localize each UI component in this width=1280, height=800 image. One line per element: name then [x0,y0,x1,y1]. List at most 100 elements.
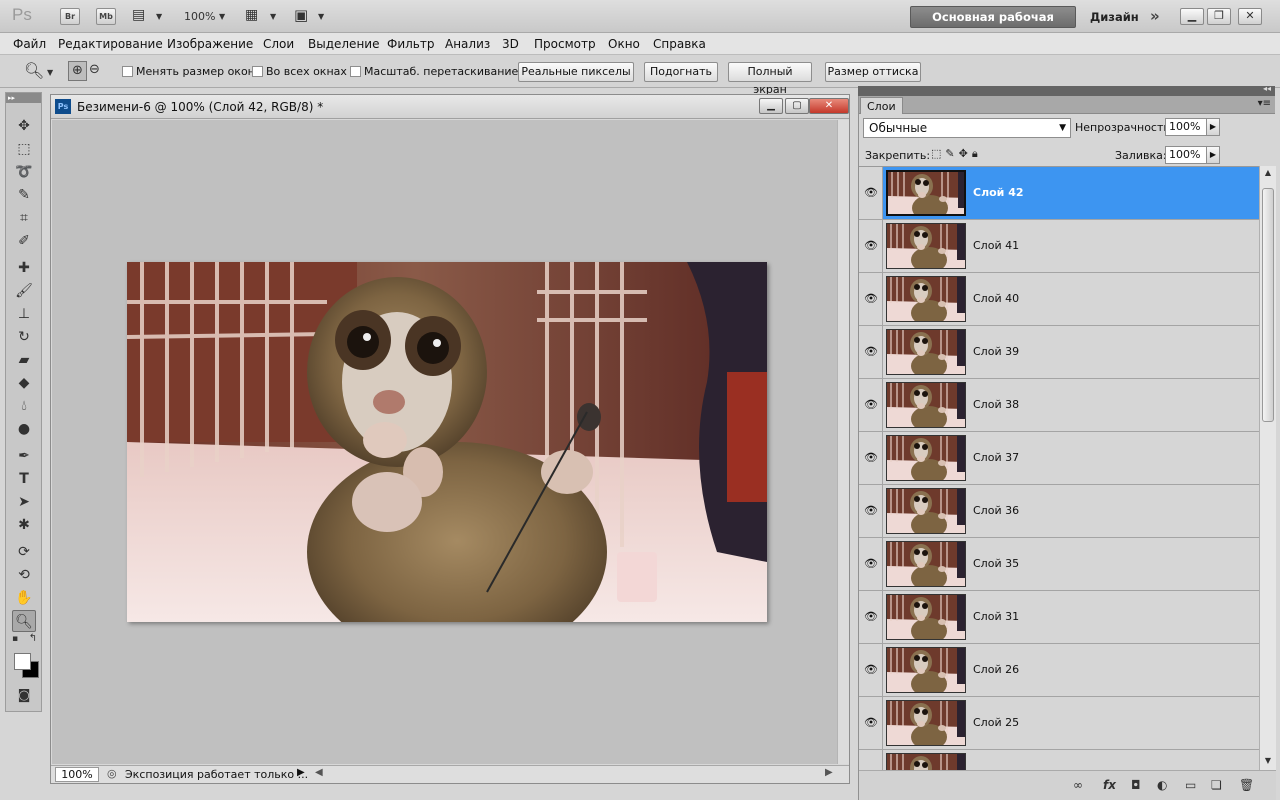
zoom-tool-preset-icon[interactable]: 🔍︎ [24,61,44,80]
healing-brush-tool-icon[interactable]: ✚ [12,257,36,279]
layer-name[interactable]: Слой 38 [973,398,1019,411]
layer-row[interactable]: 👁︎ Слой 38 [859,379,1259,432]
opacity-field[interactable]: 100% [1165,118,1207,136]
workspace-more-icon[interactable]: » [1150,7,1160,25]
layer-row[interactable]: 👁︎ [859,750,1259,770]
scroll-up-icon[interactable]: ▲ [1262,168,1274,180]
eye-icon[interactable]: 👁︎ [864,345,878,358]
lock-all-icon[interactable]: 🔒︎ [972,147,982,160]
opacity-slider-icon[interactable]: ▶ [1206,118,1220,136]
layers-scrollbar[interactable]: ▲ ▼ [1259,166,1276,770]
eye-icon[interactable]: 👁︎ [864,186,878,199]
menu-filter[interactable]: Фильтр [387,37,434,51]
actual-pixels-button[interactable]: Реальные пикселы [518,62,634,82]
menu-select[interactable]: Выделение [308,37,379,51]
arrange-dropdown-icon[interactable]: ▼ [270,12,276,21]
layer-row[interactable]: 👁︎ Слой 25 [859,697,1259,750]
shape-tool-icon[interactable]: ✱ [12,514,36,536]
bridge-button[interactable]: Br [60,8,80,25]
status-info-icon[interactable]: ◎ [107,767,117,780]
quick-select-tool-icon[interactable]: ✎ [12,184,36,206]
eyedropper-tool-icon[interactable]: ✐ [12,230,36,252]
new-group-icon[interactable]: ▭ [1185,778,1196,792]
foreground-color-swatch-top[interactable] [14,653,31,670]
fill-field[interactable]: 100% [1165,146,1207,164]
zoom-in-icon[interactable]: ⊕ [68,61,87,81]
collapse-panels-icon[interactable]: ◂◂ [1263,84,1271,93]
eye-icon[interactable]: 👁︎ [864,504,878,517]
resize-windows-checkbox[interactable]: Менять размер окон [122,65,255,78]
layer-thumbnail[interactable] [886,329,966,375]
add-mask-icon[interactable]: ◘ [1131,778,1141,792]
layer-row[interactable]: 👁︎ Слой 26 [859,644,1259,697]
layer-thumbnail[interactable] [886,647,966,693]
canvas-area[interactable] [52,120,838,764]
eye-icon[interactable]: 👁︎ [864,292,878,305]
visibility-toggle[interactable]: 👁︎ [859,538,883,590]
layer-thumbnail[interactable] [886,382,966,428]
eye-icon[interactable]: 👁︎ [864,663,878,676]
zoom-out-icon[interactable]: ⊖ [89,62,100,77]
menu-window[interactable]: Окно [608,37,640,51]
zoom-level[interactable]: 100% [184,10,215,23]
layer-thumbnail[interactable] [886,276,966,322]
layer-thumbnail[interactable] [886,435,966,481]
type-tool-icon[interactable]: T [12,468,36,490]
menu-analysis[interactable]: Анализ [445,37,490,51]
crop-tool-icon[interactable]: ⌗ [12,207,36,229]
document-vertical-scrollbar[interactable] [837,120,849,764]
workspace-design-button[interactable]: Дизайн [1090,10,1139,24]
layer-name[interactable]: Слой 42 [973,186,1024,199]
adjustment-layer-icon[interactable]: ◐ [1157,778,1167,792]
menu-layers[interactable]: Слои [263,37,294,51]
eraser-tool-icon[interactable]: ▰ [12,349,36,371]
layer-thumbnail[interactable] [886,700,966,746]
fit-screen-button[interactable]: Подогнать [644,62,718,82]
layer-thumbnail[interactable] [886,753,966,770]
layer-row[interactable]: 👁︎ Слой 36 [859,485,1259,538]
minimize-icon[interactable]: ▁ [1180,8,1204,25]
eye-icon[interactable]: 👁︎ [864,239,878,252]
layer-name[interactable]: Слой 39 [973,345,1019,358]
layer-row[interactable]: 👁︎ Слой 41 [859,220,1259,273]
visibility-toggle[interactable]: 👁︎ [859,379,883,431]
blur-tool-icon[interactable]: 💧︎ [12,395,36,417]
brush-tool-icon[interactable]: 🖌︎ [12,280,36,302]
document-title-bar[interactable]: Ps Безимени-6 @ 100% (Слой 42, RGB/8) * … [51,95,849,119]
layer-name[interactable]: Слой 36 [973,504,1019,517]
visibility-toggle[interactable]: 👁︎ [859,220,883,272]
layer-name[interactable]: Слой 40 [973,292,1019,305]
layer-thumbnail[interactable] [886,488,966,534]
new-layer-icon[interactable]: ❏ [1211,778,1222,792]
layer-row[interactable]: 👁︎ Слой 37 [859,432,1259,485]
eye-icon[interactable]: 👁︎ [864,557,878,570]
scroll-down-icon[interactable]: ▼ [1262,756,1274,768]
arrange-documents-icon[interactable]: ▦ [245,7,258,23]
layer-row[interactable]: 👁︎ Слой 42 [859,167,1259,220]
swap-colors-icon[interactable]: ↰ [26,633,40,645]
link-layers-icon[interactable]: ∞ [1073,778,1083,792]
status-zoom-field[interactable]: 100% [55,767,99,782]
scrollbar-thumb[interactable] [1262,188,1274,422]
default-colors-icon[interactable]: ▪ [8,633,22,645]
blend-mode-select[interactable]: Обычные ▼ [863,118,1071,138]
menu-view[interactable]: Просмотр [534,37,596,51]
zoom-dropdown-icon[interactable]: ▼ [219,12,225,21]
path-selection-tool-icon[interactable]: ➤ [12,491,36,513]
restore-icon[interactable]: ❐ [1207,8,1231,25]
layer-thumbnail[interactable] [886,541,966,587]
eye-icon[interactable]: 👁︎ [864,398,878,411]
fx-icon[interactable]: fx [1103,778,1116,792]
paint-bucket-tool-icon[interactable]: ◆ [12,372,36,394]
visibility-toggle[interactable]: 👁︎ [859,644,883,696]
screen-mode-icon[interactable]: ▣ [294,6,308,24]
visibility-toggle[interactable]: 👁︎ [859,591,883,643]
scrubby-zoom-checkbox[interactable]: Масштаб. перетаскиванием [350,65,527,78]
tab-layers[interactable]: Слои [860,97,903,114]
marquee-tool-icon[interactable]: ⬚ [12,138,36,160]
workspace-essentials-button[interactable]: Основная рабочая среда [910,6,1076,45]
lock-position-icon[interactable]: ✥ [959,147,972,160]
history-brush-tool-icon[interactable]: ↻ [12,326,36,348]
layer-name[interactable]: Слой 41 [973,239,1019,252]
checkbox-box[interactable] [252,66,263,77]
